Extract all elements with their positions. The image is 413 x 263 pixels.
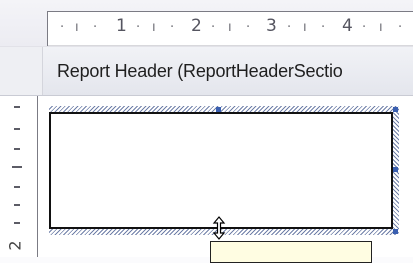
section-gutter: [0, 47, 43, 95]
vertical-ruler-tick: [14, 128, 20, 130]
ruler-tick: ·: [60, 20, 65, 35]
ruler-number-3: 3: [266, 16, 277, 36]
ruler-tick: ·: [136, 20, 141, 35]
vertical-ruler-tick: [14, 222, 20, 224]
vertical-ruler-tick: [14, 148, 20, 150]
ruler-tick: ı: [228, 20, 232, 35]
ruler-tick: ı: [75, 20, 79, 35]
ruler-tick: ·: [170, 20, 175, 35]
resize-handle-top-right[interactable]: [393, 107, 398, 112]
ruler-tick: ·: [93, 20, 98, 35]
vertical-resize-cursor-icon: [212, 216, 226, 240]
ruler-tick: ı: [379, 20, 383, 35]
report-header-section-bar[interactable]: Report Header (ReportHeaderSectio: [0, 47, 413, 96]
ruler-tick: ·: [398, 20, 403, 35]
ruler-tick: ·: [362, 20, 367, 35]
ruler-number-4: 4: [342, 16, 353, 36]
ruler-tick: ı: [152, 20, 156, 35]
ruler-tick: ·: [246, 20, 251, 35]
ruler-number-1: 1: [116, 16, 127, 36]
horizontal-ruler: · ı · 1 · ı · 2 · ı · 3 · ı · 4 · ı ·: [47, 11, 413, 46]
ruler-tick: ·: [287, 20, 292, 35]
top-ruler-area: · ı · 1 · ı · 2 · ı · 3 · ı · 4 · ı ·: [0, 0, 413, 46]
ruler-tick: ·: [211, 20, 216, 35]
vertical-ruler-tick: [14, 106, 20, 108]
size-tooltip: [210, 241, 372, 263]
report-header-section-area[interactable]: [49, 112, 393, 229]
vertical-ruler-tick: [14, 186, 20, 188]
vertical-ruler-tick: [12, 166, 22, 168]
ruler-number-2: 2: [191, 16, 202, 36]
vertical-ruler: 2: [0, 96, 38, 257]
ruler-tick: ı: [303, 20, 307, 35]
resize-handle-bottom-right[interactable]: [393, 229, 398, 234]
resize-handle-right[interactable]: [393, 167, 398, 172]
vertical-ruler-number: 2: [5, 240, 25, 251]
vertical-ruler-tick: [14, 204, 20, 206]
ruler-tick: ·: [321, 20, 326, 35]
section-title: Report Header (ReportHeaderSectio: [57, 61, 343, 81]
resize-handle-top[interactable]: [216, 107, 221, 112]
